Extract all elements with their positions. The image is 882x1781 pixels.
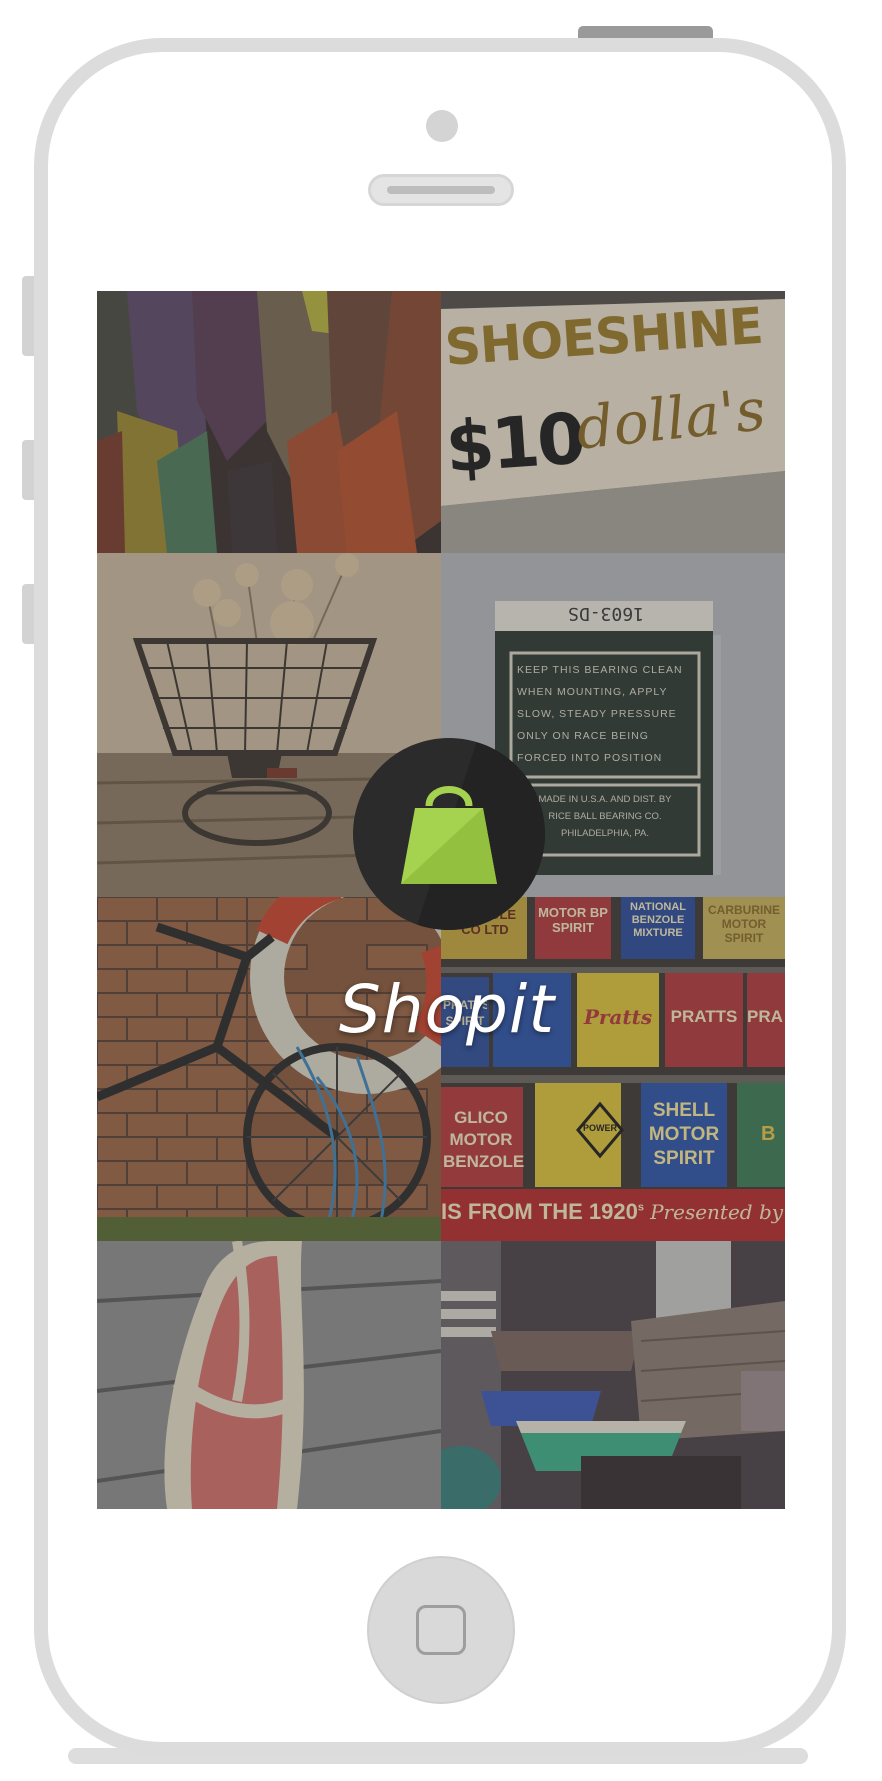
front-camera: [426, 110, 458, 142]
bearing-box-label-line: SLOW, STEADY PRESSURE: [517, 708, 677, 720]
bearing-box-code: 1603-DS: [568, 603, 644, 624]
tile-shoeshine-sign: SHOESHINE $10 dolla's: [441, 291, 785, 553]
bearing-box-label-line: WHEN MOUNTING, APPLY: [517, 686, 668, 698]
tile-oil-cans: BENZOLE CO LTD MOTOR BP SPIRIT NATIONAL …: [441, 897, 785, 1241]
mockup-stage: SHOESHINE $10 dolla's 1603-DS KEEP THIS …: [0, 0, 882, 1781]
bowls-photo: [441, 1241, 785, 1509]
app-name: Shopit: [338, 971, 556, 1048]
oil-cans-banner-suffix: s: [637, 1201, 644, 1214]
oil-can-label: SHELL MOTOR SPIRIT: [648, 1100, 720, 1169]
tile-bowls: [441, 1241, 785, 1509]
volume-up-button: [22, 440, 34, 500]
oil-can-label: PRA: [747, 1007, 783, 1026]
bicycle-photo: [97, 897, 441, 1241]
slippers-photo: [97, 291, 441, 553]
splash-screen[interactable]: SHOESHINE $10 dolla's 1603-DS KEEP THIS …: [97, 291, 785, 1509]
bearing-box-label-line: KEEP THIS BEARING CLEAN: [517, 664, 683, 676]
sandal-photo: [97, 1241, 441, 1509]
mute-switch: [22, 276, 34, 356]
shoeshine-sign-price: $10: [443, 397, 586, 489]
earpiece-speaker: [368, 174, 514, 206]
oil-can-label: CARBURINE MOTOR SPIRIT: [708, 903, 780, 945]
shopping-bag-icon: [401, 786, 497, 884]
oil-can-label: NATIONAL BENZOLE MIXTURE: [629, 901, 686, 939]
oil-cans-labels: BENZOLE CO LTD MOTOR BP SPIRIT NATIONAL …: [441, 897, 785, 1241]
tile-bicycle: [97, 897, 441, 1241]
home-button[interactable]: [367, 1556, 515, 1704]
tile-sandal: [97, 1241, 441, 1509]
oil-can-label: B: [761, 1123, 776, 1145]
tile-slippers: [97, 291, 441, 553]
oil-cans-banner-text: IS FROM THE 1920: [441, 1199, 638, 1224]
oil-can-label: PRATTS: [670, 1007, 738, 1026]
oil-can-label: POWER: [582, 1123, 617, 1133]
home-square-icon: [416, 1605, 466, 1655]
app-logo[interactable]: [353, 738, 545, 930]
oil-can-label: MOTOR BP SPIRIT: [538, 905, 608, 935]
oil-cans-banner: IS FROM THE 1920s Presented by B: [441, 1199, 785, 1225]
volume-down-button: [22, 584, 34, 644]
oil-can-label: GLICO MOTOR BENZOLE: [443, 1108, 525, 1171]
oil-cans-banner-script: Presented by B: [650, 1200, 785, 1224]
